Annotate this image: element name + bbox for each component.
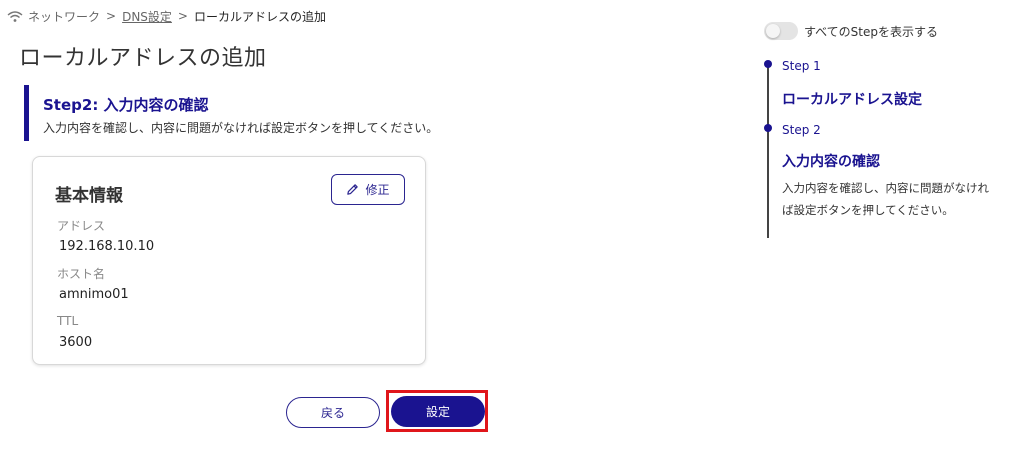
step1-title: ローカルアドレス設定 — [782, 92, 922, 108]
back-button[interactable]: 戻る — [286, 397, 380, 428]
toggle-knob — [766, 24, 780, 38]
pencil-icon — [347, 184, 359, 195]
breadcrumb-dns-settings[interactable]: DNS設定 — [122, 8, 172, 25]
breadcrumb-separator: > — [177, 9, 188, 23]
hostname-value: amnimo01 — [59, 287, 129, 302]
breadcrumb-separator: > — [106, 9, 117, 23]
step2-description: 入力内容を確認し、内容に問題がなければ設定ボタンを押してください。 — [782, 181, 989, 217]
step2-title: 入力内容の確認 — [782, 154, 880, 170]
breadcrumb-current: ローカルアドレスの追加 — [193, 9, 326, 24]
step2-label: Step 2 — [782, 123, 821, 137]
step-description: 入力内容を確認し、内容に問題がなければ設定ボタンを押してください。 — [43, 121, 439, 135]
show-all-steps-label: すべてのStepを表示する — [804, 24, 939, 39]
address-label: アドレス — [57, 219, 106, 233]
show-all-steps-row: すべてのStepを表示する — [764, 22, 938, 40]
edit-button[interactable]: 修正 — [331, 174, 405, 205]
submit-button[interactable]: 設定 — [391, 396, 485, 427]
basic-info-card: 基本情報 修正 アドレス 192.168.10.10 ホスト名 amnimo01… — [32, 156, 426, 365]
page-title: ローカルアドレスの追加 — [19, 46, 267, 71]
edit-button-label: 修正 — [365, 183, 390, 197]
address-value: 192.168.10.10 — [59, 239, 155, 254]
step1-dot — [764, 60, 772, 68]
card-title: 基本情報 — [55, 186, 123, 206]
step1-label: Step 1 — [782, 59, 821, 73]
step2-dot — [764, 124, 772, 132]
show-all-steps-toggle[interactable] — [764, 22, 798, 40]
wifi-icon[interactable] — [6, 9, 24, 23]
stepper-line — [767, 62, 769, 238]
step-title: Step2: 入力内容の確認 — [43, 96, 209, 114]
breadcrumb: ネットワーク > DNS設定 > ローカルアドレスの追加 — [6, 7, 326, 25]
hostname-label: ホスト名 — [57, 267, 106, 281]
ttl-value: 3600 — [59, 335, 93, 350]
breadcrumb-network[interactable]: ネットワーク — [28, 8, 100, 25]
step-header: Step2: 入力内容の確認 入力内容を確認し、内容に問題がなければ設定ボタンを… — [24, 85, 714, 141]
ttl-label: TTL — [57, 314, 79, 328]
